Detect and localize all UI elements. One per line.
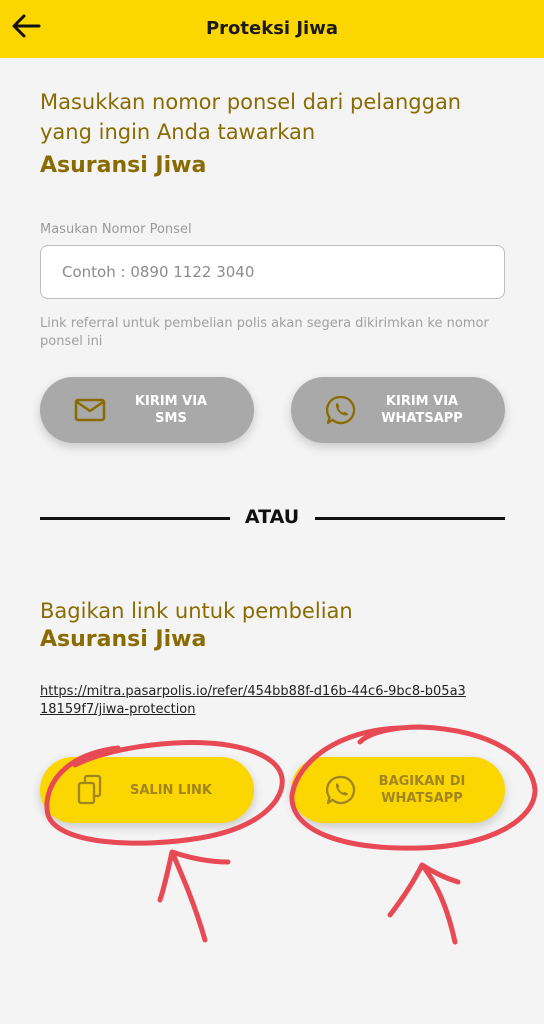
divider-or-text: ATAU (244, 506, 300, 528)
copy-link-button[interactable]: SALIN LINK (40, 757, 254, 823)
page-title: Proteksi Jiwa (205, 18, 338, 39)
back-arrow-icon (12, 14, 41, 38)
referral-link[interactable]: https://mitra.pasarpolis.io/refer/454bb8… (40, 683, 470, 719)
helper-text: Link referral untuk pembelian polis akan… (40, 316, 489, 349)
whatsapp-icon (324, 394, 358, 426)
send-sms-button[interactable]: KIRIM VIA SMS (40, 377, 254, 443)
whatsapp-icon (324, 774, 358, 806)
phone-field-label: Masukan Nomor Ponsel (40, 222, 192, 237)
mail-icon (73, 398, 107, 422)
copy-icon (73, 774, 107, 806)
send-whatsapp-label: KIRIM VIA WHATSAPP (381, 394, 463, 426)
share-whatsapp-label: BAGIKAN DI WHATSAPP (378, 774, 466, 806)
annotation-arrow-copy-link (157, 849, 231, 943)
share-product-name: Asuransi Jiwa (40, 627, 207, 652)
annotation-arrow-share-whatsapp (387, 862, 461, 945)
send-whatsapp-button[interactable]: KIRIM VIA WHATSAPP (291, 377, 505, 443)
app-header: Proteksi Jiwa (0, 0, 544, 58)
divider-line-right (315, 517, 505, 520)
send-sms-label: KIRIM VIA SMS (134, 394, 208, 426)
phone-number-input[interactable] (40, 245, 505, 299)
copy-link-label: SALIN LINK (129, 782, 213, 798)
share-heading: Bagikan link untuk pembelian (40, 599, 353, 623)
divider-line-left (40, 517, 230, 520)
send-product-name: Asuransi Jiwa (40, 153, 207, 178)
share-whatsapp-button[interactable]: BAGIKAN DI WHATSAPP (291, 757, 505, 823)
send-heading: Masukkan nomor ponsel dari pelanggan yan… (40, 90, 462, 144)
back-button[interactable] (8, 8, 44, 44)
